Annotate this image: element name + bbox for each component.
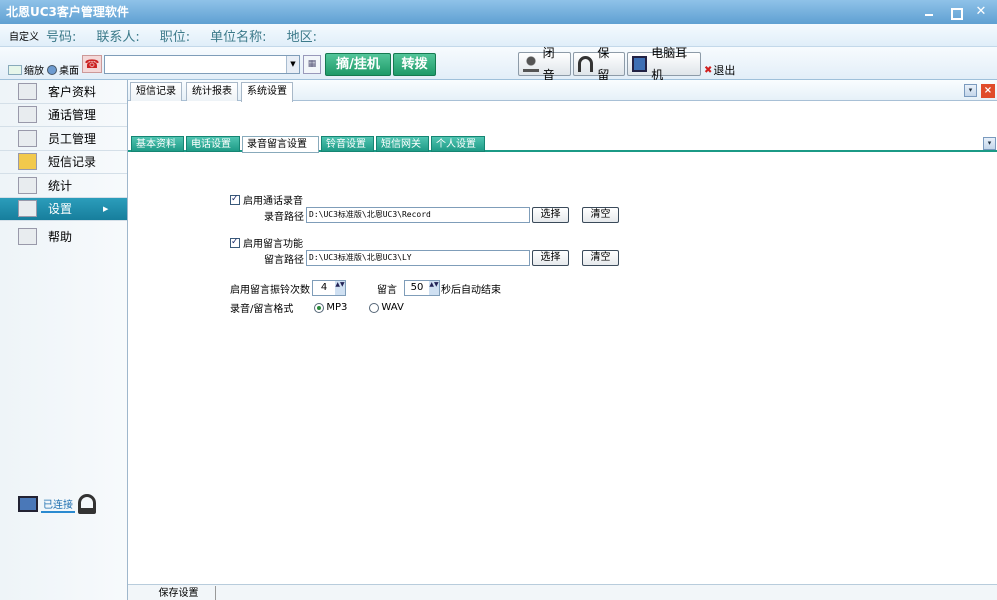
chevron-down-icon[interactable]: ▼	[286, 56, 299, 73]
tab-stat-reports[interactable]: 统计报表	[186, 82, 238, 101]
sidebar-item-calls[interactable]: 通话管理	[0, 104, 127, 127]
sidebar: 客户资料 通话管理 员工管理 短信记录 统计 设置 ▶ 帮助 已连接	[0, 80, 127, 600]
app-title: 北恩UC3客户管理软件	[6, 5, 129, 19]
close-tab-button[interactable]: ×	[981, 84, 995, 98]
subtab-phone-settings[interactable]: 电话设置	[186, 136, 240, 152]
connection-status: 已连接	[18, 494, 96, 514]
format-mp3-radio[interactable]	[314, 302, 325, 313]
exit-icon: ✖	[704, 64, 713, 76]
dial-number-input[interactable]: ▼	[104, 55, 300, 74]
subtab-personal-settings[interactable]: 个人设置	[431, 136, 485, 152]
tab-system-settings[interactable]: 系统设置	[241, 82, 293, 102]
record-path-select-button[interactable]: 选择	[532, 207, 569, 223]
enable-recording-checkbox[interactable]: 启用通话录音	[230, 192, 303, 207]
spin-arrows-icon[interactable]: ▲▼	[335, 281, 345, 295]
main-panel: 短信记录 统计报表 系统设置 ▾ × 基本资料 电话设置 录音留言设置 铃音设置…	[127, 80, 997, 600]
tab-sms-records[interactable]: 短信记录	[130, 82, 182, 101]
record-path-field[interactable]: D:\UC3标准版\北恩UC3\Record	[306, 207, 530, 223]
chevron-down-icon[interactable]: ▾	[983, 137, 996, 150]
transfer-button[interactable]: 转拨	[393, 53, 436, 76]
subtab-recording-settings[interactable]: 录音留言设置	[242, 136, 319, 153]
chevron-down-icon[interactable]: ▾	[964, 84, 977, 97]
headset-icon	[78, 494, 96, 514]
document-tabs: 短信记录 统计报表 系统设置 ▾ ×	[128, 80, 997, 102]
message-seconds-suffix: 秒后自动结束	[441, 284, 501, 296]
checkbox-checked-icon[interactable]	[230, 194, 240, 205]
spin-arrows-icon[interactable]: ▲▼	[429, 281, 439, 295]
shrink-icon	[8, 64, 22, 75]
message-path-field[interactable]: D:\UC3标准版\北恩UC3\LY	[306, 250, 530, 266]
settings-subtabs: 基本资料 电话设置 录音留言设置 铃音设置 短信网关 个人设置 ▾	[128, 136, 997, 153]
pc-headset-button[interactable]: 电脑耳机	[627, 46, 701, 82]
phone-icon[interactable]: ☎	[82, 55, 102, 73]
staff-icon	[18, 129, 37, 147]
contact-label: 联系人:	[96, 29, 140, 45]
message-path-clear-button[interactable]: 清空	[582, 250, 619, 266]
caller-info-bar: 自定义 号码: 联系人: 职位: 单位名称: 地区:	[0, 24, 997, 47]
desktop-toggle[interactable]: 桌面	[47, 62, 79, 77]
connection-status-label: 已连接	[41, 496, 75, 513]
stats-icon	[18, 176, 37, 194]
sms-icon	[18, 153, 37, 171]
title-bar: 北恩UC3客户管理软件 ✕	[0, 0, 997, 24]
enable-message-checkbox[interactable]: 启用留言功能	[230, 235, 303, 250]
chevron-right-icon: ▶	[103, 204, 109, 213]
settings-icon	[18, 200, 37, 218]
computer-icon	[18, 496, 38, 512]
recording-settings-form: 启用通话录音 录音路径 D:\UC3标准版\北恩UC3\Record 选择 清空…	[128, 154, 997, 584]
ring-count-stepper[interactable]: 4 ▲▼	[312, 280, 346, 296]
customer-icon	[18, 82, 37, 100]
keypad-button[interactable]: ▦	[303, 55, 321, 74]
format-wav-radio[interactable]	[369, 302, 380, 313]
sidebar-item-help[interactable]: 帮助	[0, 221, 127, 251]
close-window-button[interactable]: ✕	[975, 5, 987, 18]
call-icon	[18, 106, 37, 124]
shrink-toggle[interactable]: 缩放	[8, 62, 44, 77]
subtab-ringtone-settings[interactable]: 铃音设置	[321, 136, 374, 152]
record-path-clear-button[interactable]: 清空	[582, 207, 619, 223]
record-path-label: 录音路径	[264, 211, 304, 223]
ring-count-label: 启用留言振铃次数	[230, 284, 310, 296]
minimize-button[interactable]	[923, 6, 935, 18]
help-icon	[18, 227, 37, 245]
sidebar-item-stats[interactable]: 统计	[0, 174, 127, 198]
sidebar-item-sms[interactable]: 短信记录	[0, 151, 127, 174]
pickup-hangup-button[interactable]: 摘/挂机	[325, 53, 391, 76]
format-label: 录音/留言格式	[230, 304, 294, 315]
toolbar: 缩放 桌面 ☎ ▼ ▦ 摘/挂机 转拨 闭音 保留 电脑耳机 ✖ 退出	[0, 46, 997, 82]
mute-button[interactable]: 闭音	[518, 46, 571, 82]
sidebar-item-settings[interactable]: 设置 ▶	[0, 197, 127, 221]
number-label: 号码:	[46, 29, 77, 45]
message-seconds-stepper[interactable]: 50 ▲▼	[404, 280, 440, 296]
save-settings-button[interactable]: 保存设置	[142, 586, 216, 600]
sidebar-item-staff[interactable]: 员工管理	[0, 127, 127, 151]
position-label: 职位:	[159, 29, 191, 45]
customize-link[interactable]: 自定义	[9, 28, 39, 43]
bottom-bar: 保存设置	[128, 584, 997, 600]
subtab-basic-info[interactable]: 基本资料	[131, 136, 184, 152]
format-wav-label: WAV	[381, 302, 404, 313]
message-duration-label: 留言	[377, 284, 397, 296]
checkbox-checked-icon[interactable]	[230, 237, 240, 248]
hold-button[interactable]: 保留	[573, 46, 625, 82]
message-path-label: 留言路径	[264, 254, 304, 266]
sidebar-item-customers[interactable]: 客户资料	[0, 80, 127, 104]
headphone-icon	[578, 56, 594, 72]
computer-icon	[632, 56, 648, 72]
subtab-sms-gateway[interactable]: 短信网关	[376, 136, 429, 152]
region-label: 地区:	[286, 29, 317, 45]
maximize-button[interactable]	[949, 6, 963, 20]
microphone-icon	[523, 56, 539, 72]
exit-button[interactable]: ✖ 退出	[704, 62, 735, 78]
company-label: 单位名称:	[210, 29, 267, 45]
desktop-icon	[47, 64, 57, 75]
message-path-select-button[interactable]: 选择	[532, 250, 569, 266]
format-mp3-label: MP3	[326, 302, 348, 313]
